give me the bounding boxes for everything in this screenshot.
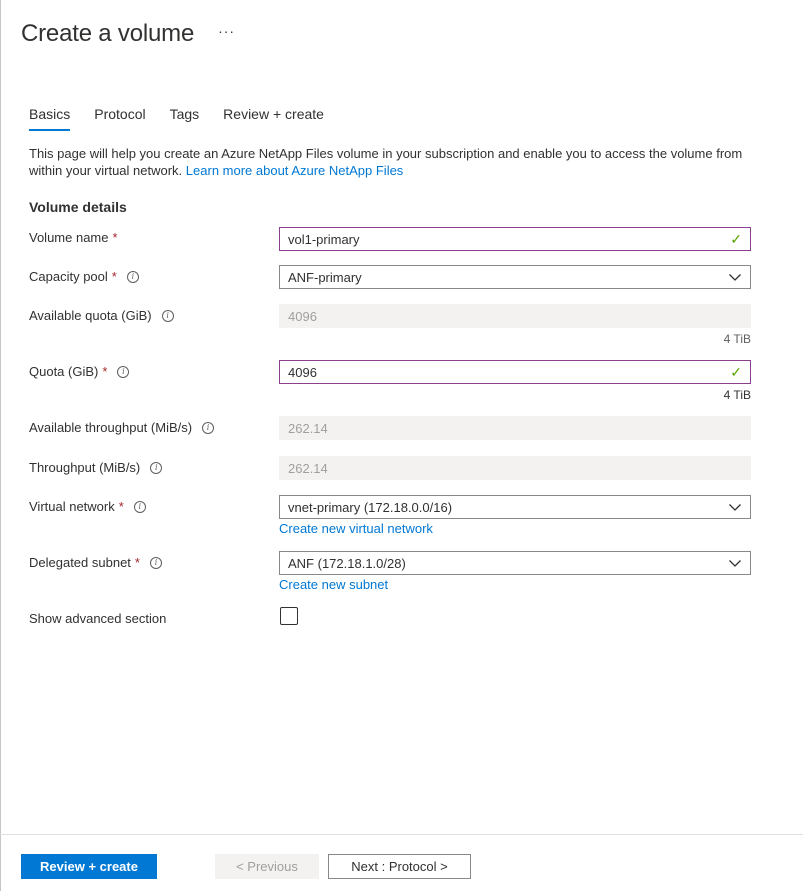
available-quota-label: Available quota (GiB) i [29, 308, 174, 323]
volume-name-input[interactable]: vol1-primary ✓ [279, 227, 751, 251]
tab-basics[interactable]: Basics [29, 106, 71, 131]
chevron-down-icon [729, 504, 741, 511]
info-icon[interactable]: i [117, 365, 130, 378]
more-icon[interactable]: ··· [218, 23, 235, 39]
tab-bar: Basics Protocol Tags Review + create [29, 106, 348, 131]
quota-input[interactable]: 4096 ✓ [279, 360, 751, 384]
throughput-field: 262.14 [279, 456, 751, 480]
delegated-subnet-dropdown[interactable]: ANF (172.18.1.0/28) [279, 551, 751, 575]
footer-divider [0, 834, 803, 835]
tab-tags[interactable]: Tags [170, 106, 200, 129]
show-advanced-checkbox[interactable] [280, 607, 298, 625]
available-throughput-label-text: Available throughput (MiB/s) [29, 420, 193, 435]
available-throughput-field: 262.14 [279, 416, 751, 440]
previous-button[interactable]: < Previous [215, 854, 319, 879]
show-advanced-label-text: Show advanced section [29, 611, 167, 626]
next-protocol-button[interactable]: Next : Protocol > [328, 854, 471, 879]
tab-review-create[interactable]: Review + create [223, 106, 324, 129]
section-title: Volume details [29, 199, 127, 215]
capacity-pool-label: Capacity pool * i [29, 269, 139, 284]
delegated-subnet-label-text: Delegated subnet [29, 555, 131, 570]
virtual-network-label: Virtual network * i [29, 499, 146, 514]
capacity-pool-value: ANF-primary [288, 269, 362, 285]
create-subnet-link[interactable]: Create new subnet [279, 577, 388, 592]
show-advanced-label: Show advanced section [29, 611, 166, 626]
page-header: Create a volume ··· [21, 20, 235, 48]
learn-more-link[interactable]: Learn more about Azure NetApp Files [186, 163, 404, 178]
page-title: Create a volume [21, 20, 195, 47]
tab-protocol[interactable]: Protocol [94, 106, 145, 129]
quota-label: Quota (GiB) * i [29, 364, 130, 379]
info-icon[interactable]: i [149, 556, 162, 569]
available-quota-label-text: Available quota (GiB) [29, 308, 152, 323]
available-quota-value: 4096 [288, 308, 317, 324]
checkmark-icon: ✓ [730, 230, 742, 247]
required-marker: * [102, 364, 108, 379]
info-icon[interactable]: i [202, 421, 215, 434]
required-marker: * [112, 230, 118, 245]
required-marker: * [134, 555, 140, 570]
panel-left-border [0, 0, 1, 891]
capacity-pool-dropdown[interactable]: ANF-primary [279, 265, 751, 289]
quota-label-text: Quota (GiB) [29, 364, 99, 379]
chevron-down-icon [729, 274, 741, 281]
required-marker: * [111, 269, 117, 284]
create-virtual-network-link[interactable]: Create new virtual network [279, 521, 433, 536]
required-marker: * [118, 499, 124, 514]
checkmark-icon: ✓ [730, 363, 742, 380]
available-quota-hint: 4 TiB [723, 332, 751, 346]
info-icon[interactable]: i [150, 461, 163, 474]
capacity-pool-label-text: Capacity pool [29, 269, 108, 284]
quota-value: 4096 [288, 364, 317, 380]
info-icon[interactable]: i [161, 309, 174, 322]
throughput-label-text: Throughput (MiB/s) [29, 460, 141, 475]
volume-name-label: Volume name * [29, 230, 118, 245]
delegated-subnet-value: ANF (172.18.1.0/28) [288, 555, 406, 571]
throughput-value: 262.14 [288, 460, 328, 476]
intro-text: This page will help you create an Azure … [29, 145, 759, 179]
chevron-down-icon [729, 560, 741, 567]
virtual-network-label-text: Virtual network [29, 499, 115, 514]
review-create-button[interactable]: Review + create [21, 854, 157, 879]
virtual-network-dropdown[interactable]: vnet-primary (172.18.0.0/16) [279, 495, 751, 519]
available-quota-field: 4096 [279, 304, 751, 328]
volume-name-value: vol1-primary [288, 231, 360, 247]
virtual-network-value: vnet-primary (172.18.0.0/16) [288, 499, 453, 515]
info-icon[interactable]: i [126, 270, 139, 283]
delegated-subnet-label: Delegated subnet * i [29, 555, 162, 570]
available-throughput-label: Available throughput (MiB/s) i [29, 420, 215, 435]
available-throughput-value: 262.14 [288, 420, 328, 436]
throughput-label: Throughput (MiB/s) i [29, 460, 163, 475]
quota-hint: 4 TiB [723, 388, 751, 402]
volume-name-label-text: Volume name [29, 230, 109, 245]
info-icon[interactable]: i [133, 500, 146, 513]
